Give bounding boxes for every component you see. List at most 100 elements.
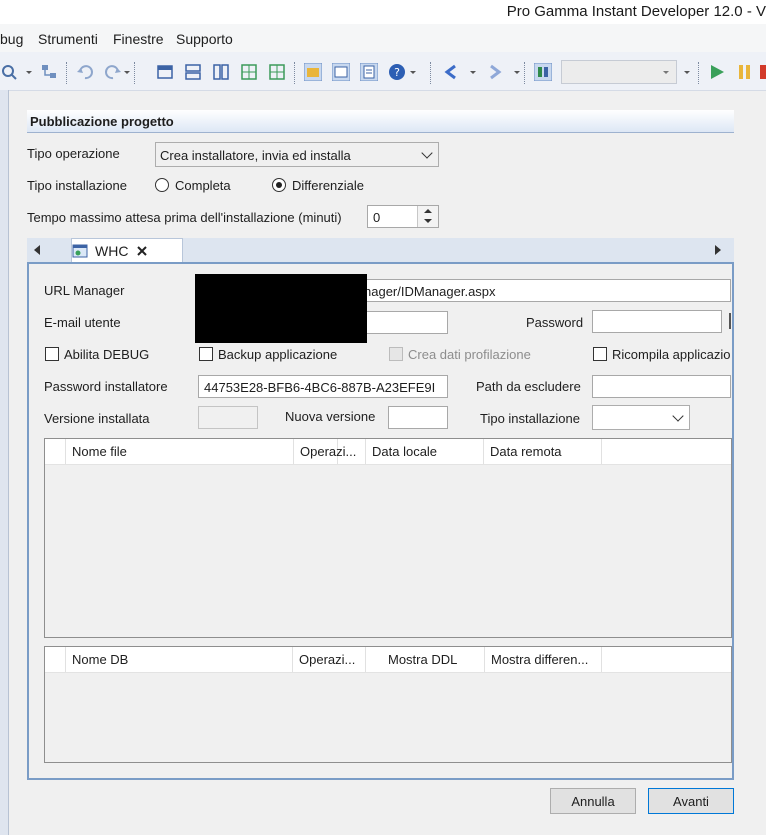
radio-completa-label[interactable]: Completa — [175, 178, 231, 193]
panel-icon[interactable] — [534, 63, 552, 81]
tipo-operazione-select[interactable]: Crea installatore, invia ed installa — [155, 142, 439, 167]
list-icon[interactable] — [360, 63, 378, 81]
menu-supporto[interactable]: Supporto — [176, 31, 233, 47]
tempo-label: Tempo massimo attesa prima dell'installa… — [27, 210, 342, 225]
radio-completa[interactable] — [155, 178, 169, 192]
versione-installata-input — [198, 406, 258, 429]
avanti-button[interactable]: Avanti — [648, 788, 734, 814]
grid-add-icon[interactable] — [240, 63, 258, 81]
tipo-installazione-select[interactable] — [592, 405, 690, 430]
password-installatore-input[interactable]: 44753E28-BFB6-4BC6-887B-A23EFE9I — [198, 375, 448, 398]
db-col-mostra-differenze-label: Mostra differen... — [491, 652, 589, 667]
tab-scroll-left-icon[interactable] — [34, 245, 40, 255]
tipo-installazione-whc-label: Tipo installazione — [480, 411, 580, 426]
section-header: Pubblicazione progetto — [27, 110, 734, 133]
tab-strip: WHC — [27, 238, 734, 263]
toolbar-separator — [698, 62, 701, 84]
forward-icon[interactable] — [486, 63, 504, 81]
spinner-buttons[interactable] — [417, 206, 438, 227]
menu-bar: bug Strumenti Finestre Supporto — [0, 24, 766, 52]
zoom-icon[interactable] — [0, 63, 18, 81]
chevron-down-icon[interactable] — [514, 71, 520, 74]
rows-icon[interactable] — [184, 63, 202, 81]
annulla-button-label: Annulla — [571, 794, 615, 809]
files-grid[interactable]: Nome file Operazi... Data locale Data re… — [44, 438, 732, 638]
grid-remove-icon[interactable] — [268, 63, 286, 81]
annulla-button[interactable]: Annulla — [550, 788, 636, 814]
svg-text:?: ? — [394, 66, 400, 79]
arrow-down-icon[interactable] — [424, 219, 432, 223]
chevron-down-icon[interactable] — [410, 71, 416, 74]
files-col-data-remota[interactable]: Data remota — [484, 439, 602, 464]
tab-scroll-right-icon[interactable] — [715, 245, 721, 255]
toolbar-separator — [524, 62, 527, 84]
path-escludere-input[interactable] — [592, 375, 731, 398]
arrow-up-icon[interactable] — [424, 209, 432, 213]
ricompila-label[interactable]: Ricompila applicazio — [612, 347, 731, 362]
chevron-down-icon[interactable] — [470, 71, 476, 74]
db-col-nome-db-label: Nome DB — [72, 652, 129, 667]
db-col-mostra-differenze[interactable]: Mostra differen... — [485, 647, 602, 672]
url-manager-value: nager/IDManager.aspx — [364, 284, 496, 299]
columns-icon[interactable] — [212, 63, 230, 81]
files-col-nome-file-label: Nome file — [72, 444, 127, 459]
close-icon[interactable] — [137, 246, 147, 256]
db-col-mostra-ddl[interactable]: Mostra DDL — [366, 647, 485, 672]
email-utente-label: E-mail utente — [44, 315, 121, 330]
nuova-versione-input[interactable] — [388, 406, 448, 429]
toolbar-separator — [430, 62, 433, 84]
help-icon[interactable]: ? — [388, 63, 406, 81]
tempo-spinner[interactable]: 0 — [367, 205, 439, 228]
toolbar-separator — [134, 62, 137, 84]
db-col-nome-db[interactable]: Nome DB — [66, 647, 293, 672]
abilita-debug-label[interactable]: Abilita DEBUG — [64, 347, 149, 362]
tab-whc-label: WHC — [95, 243, 129, 259]
tab-whc[interactable]: WHC — [71, 238, 183, 263]
db-grid-header: Nome DB Operazi... Mostra DDL Mostra dif… — [45, 647, 731, 673]
menu-finestre[interactable]: Finestre — [113, 31, 164, 47]
play-icon[interactable] — [708, 63, 726, 81]
tipo-installazione-label: Tipo installazione — [27, 178, 127, 193]
db-grid[interactable]: Nome DB Operazi... Mostra DDL Mostra dif… — [44, 646, 732, 763]
avanti-button-label: Avanti — [673, 794, 709, 809]
folder-icon[interactable] — [304, 63, 322, 81]
chevron-down-icon[interactable] — [26, 71, 32, 74]
back-icon[interactable] — [442, 63, 460, 81]
pause-icon[interactable] — [736, 63, 754, 81]
backup-applicazione-label[interactable]: Backup applicazione — [218, 347, 337, 362]
section-title: Pubblicazione progetto — [30, 114, 174, 129]
undo-icon[interactable] — [76, 63, 94, 81]
files-col-data-locale-label: Data locale — [372, 444, 438, 459]
password-installatore-label: Password installatore — [44, 379, 168, 394]
files-col-data-locale[interactable]: Data locale — [366, 439, 484, 464]
password-input[interactable] — [592, 310, 722, 333]
redo-icon[interactable] — [104, 63, 122, 81]
layout-icon[interactable] — [156, 63, 174, 81]
toolbar-combo[interactable] — [561, 60, 677, 84]
web-page-icon — [72, 244, 88, 258]
network-icon[interactable] — [40, 63, 58, 81]
menu-debug[interactable]: bug — [0, 31, 23, 47]
password-installatore-value: 44753E28-BFB6-4BC6-887B-A23EFE9I — [204, 380, 436, 395]
chevron-down-icon[interactable] — [124, 71, 130, 74]
db-col-operazione[interactable]: Operazi... — [293, 647, 366, 672]
tipo-operazione-value: Crea installatore, invia ed installa — [160, 148, 351, 163]
crea-dati-profilazione-label: Crea dati profilazione — [408, 347, 531, 362]
chevron-down-icon[interactable] — [684, 71, 690, 74]
radio-differenziale-label[interactable]: Differenziale — [292, 178, 364, 193]
crea-dati-profilazione-checkbox[interactable] — [389, 347, 403, 361]
radio-differenziale[interactable] — [272, 178, 286, 192]
files-col-operazione[interactable]: Operazi... — [293, 439, 366, 464]
files-col-operazione-label: Operazi... — [300, 444, 357, 459]
redaction-box — [195, 274, 367, 343]
chevron-down-icon — [421, 147, 433, 159]
stop-icon[interactable] — [760, 63, 766, 81]
abilita-debug-checkbox[interactable] — [45, 347, 59, 361]
image-icon[interactable] — [332, 63, 350, 81]
menu-strumenti[interactable]: Strumenti — [38, 31, 98, 47]
backup-applicazione-checkbox[interactable] — [199, 347, 213, 361]
chevron-down-icon — [672, 410, 684, 422]
db-col-operazione-label: Operazi... — [299, 652, 356, 667]
files-grid-header: Nome file Operazi... Data locale Data re… — [45, 439, 731, 465]
ricompila-checkbox[interactable] — [593, 347, 607, 361]
